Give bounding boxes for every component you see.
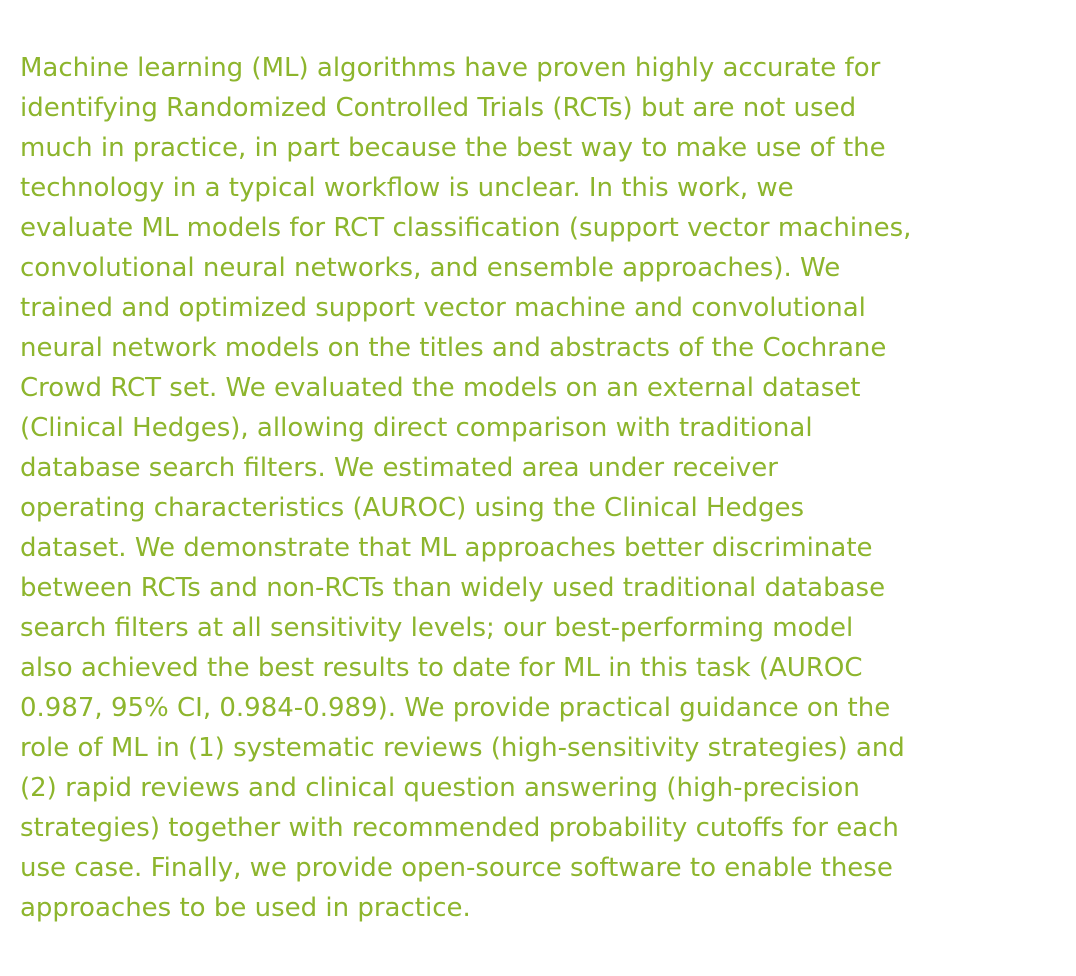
abstract-line-10: (Clinical Hedges), allowing direct compa… (20, 413, 813, 443)
abstract-line-16: also achieved the best results to date f… (20, 653, 863, 683)
abstract-line-2: identifying Randomized Controlled Trials… (20, 93, 857, 123)
abstract-paragraph: Machine learning (ML) algorithms have pr… (20, 48, 1070, 928)
abstract-line-13: dataset. We demonstrate that ML approach… (20, 533, 873, 563)
abstract-line-9: Crowd RCT set. We evaluated the models o… (20, 373, 861, 403)
abstract-line-22: approaches to be used in practice. (20, 893, 471, 923)
abstract-line-11: database search filters. We estimated ar… (20, 453, 778, 483)
abstract-line-20: strategies) together with recommended pr… (20, 813, 899, 843)
abstract-line-19: (2) rapid reviews and clinical question … (20, 773, 860, 803)
abstract-line-6: convolutional neural networks, and ensem… (20, 253, 841, 283)
abstract-line-18: role of ML in (1) systematic reviews (hi… (20, 733, 905, 763)
abstract-line-4: technology in a typical workflow is uncl… (20, 173, 794, 203)
abstract-line-8: neural network models on the titles and … (20, 333, 887, 363)
abstract-line-15: search filters at all sensitivity levels… (20, 613, 854, 643)
abstract-line-14: between RCTs and non-RCTs than widely us… (20, 573, 886, 603)
abstract-line-3: much in practice, in part because the be… (20, 133, 886, 163)
abstract-line-17: 0.987, 95% CI, 0.984-0.989). We provide … (20, 693, 891, 723)
abstract-line-5: evaluate ML models for RCT classificatio… (20, 213, 912, 243)
abstract-line-7: trained and optimized support vector mac… (20, 293, 866, 323)
abstract-line-12: operating characteristics (AUROC) using … (20, 493, 805, 523)
abstract-line-21: use case. Finally, we provide open-sourc… (20, 853, 893, 883)
abstract-line-1: Machine learning (ML) algorithms have pr… (20, 53, 881, 83)
